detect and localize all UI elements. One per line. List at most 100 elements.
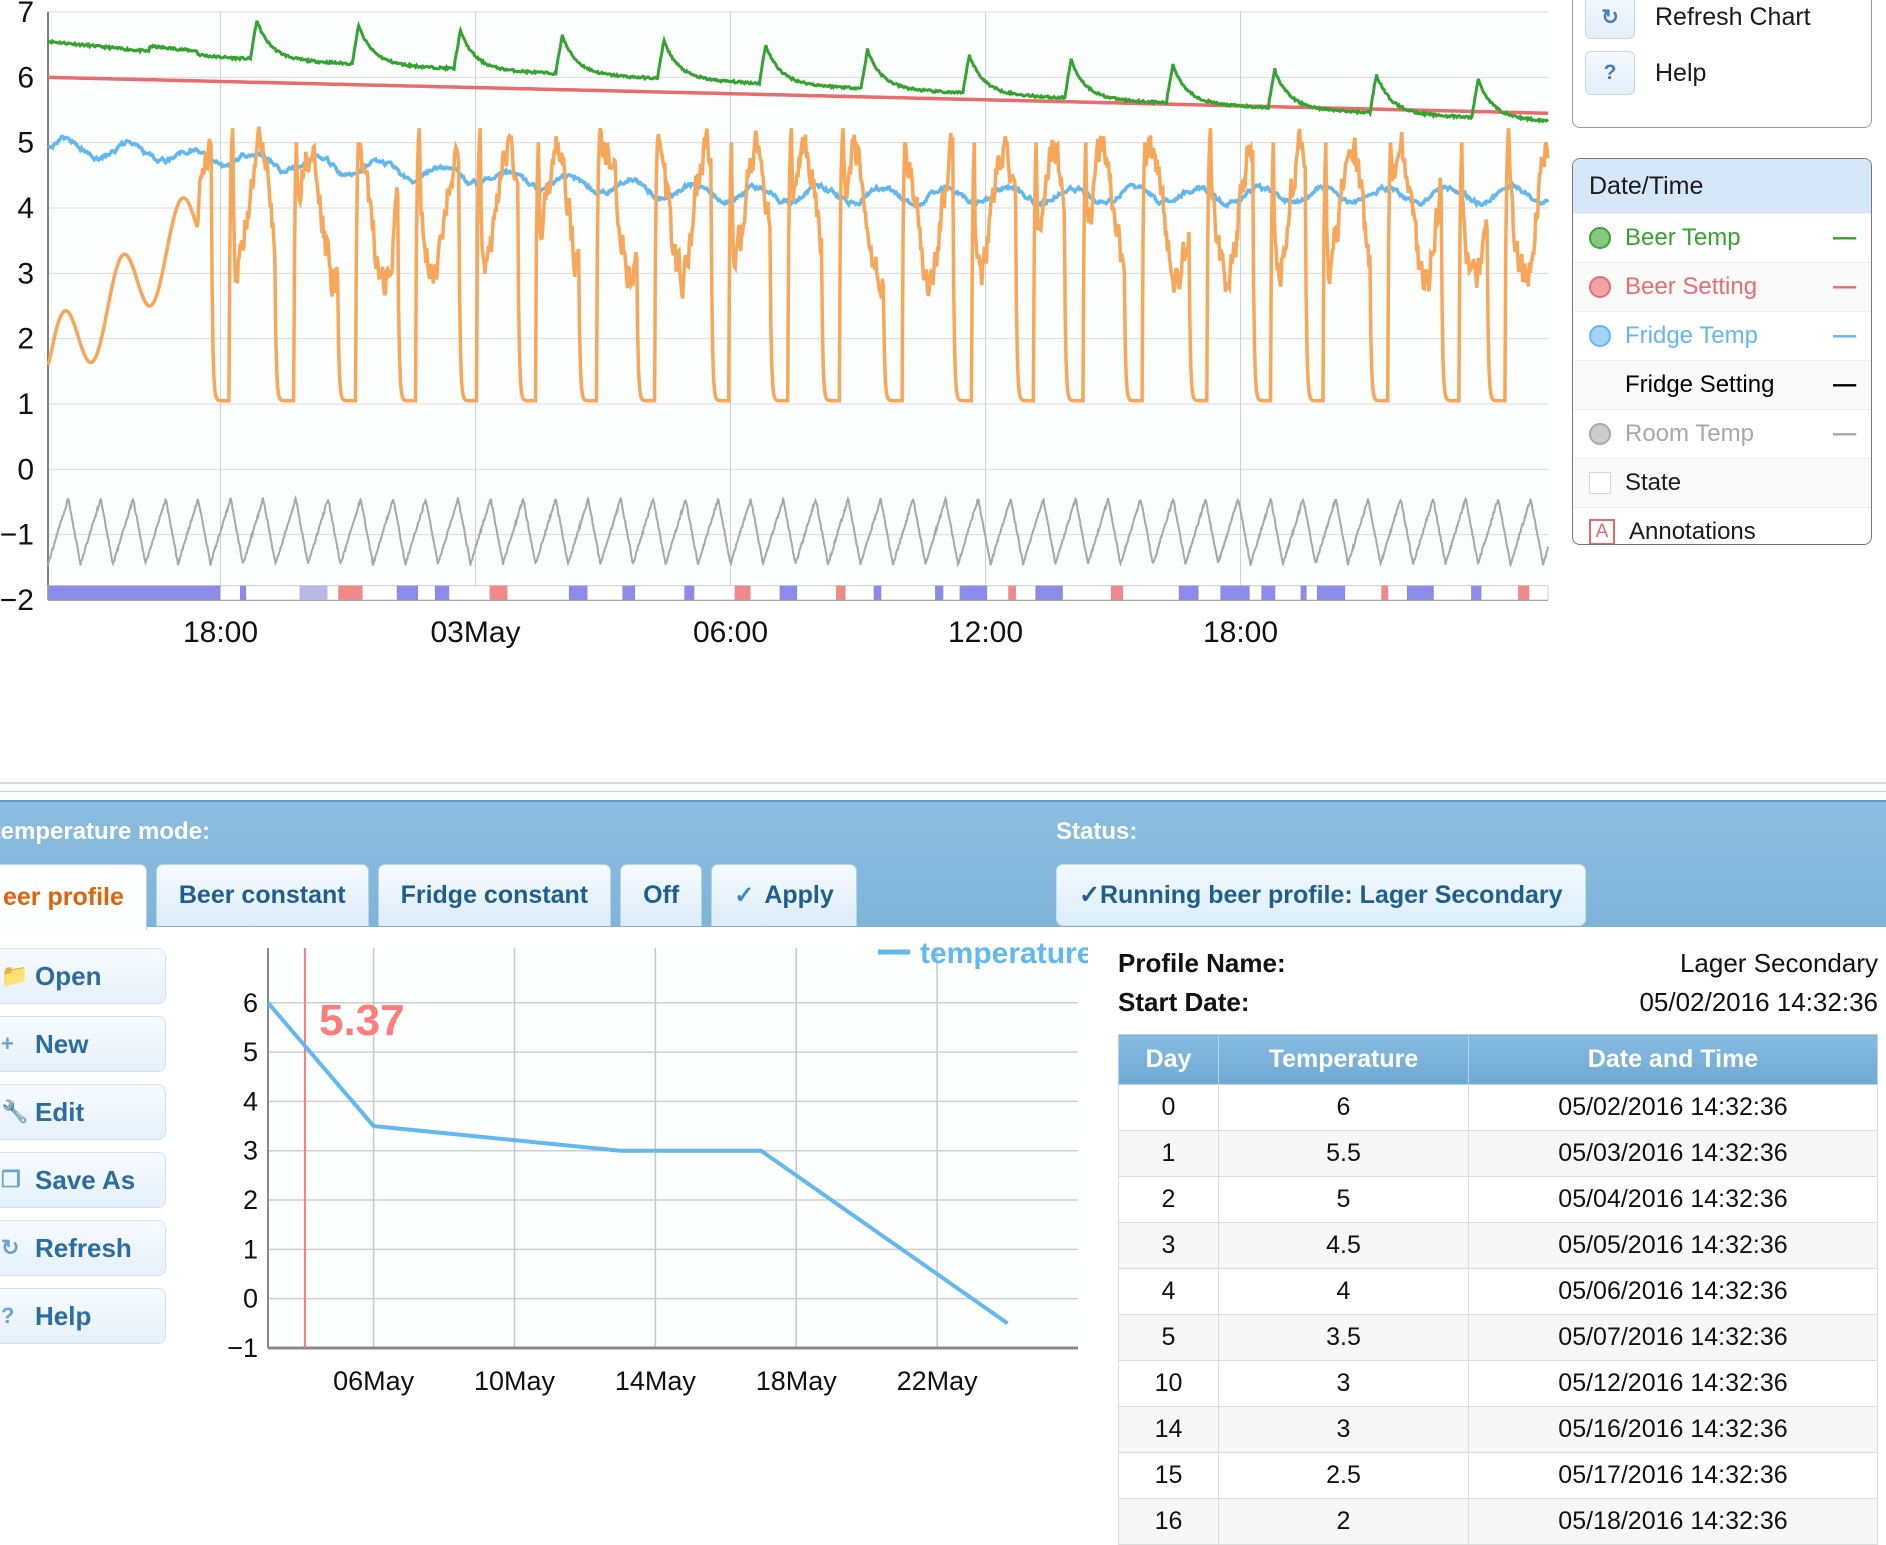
legend-item-annotations[interactable]: A Annotations (1573, 507, 1871, 544)
mode-tabs[interactable]: eer profile Beer constant Fridge constant O… (0, 864, 866, 930)
status-text: Running beer profile: Lager Secondary (1099, 880, 1563, 909)
svg-text:06:00: 06:00 (693, 616, 768, 649)
chart-help-label: Help (1655, 58, 1707, 87)
beer-profile-chart[interactable]: −1 0 1 2 3 4 5 6 06May 10May 14May 18May 22May 5.37 te… (227, 937, 1093, 1415)
table-row[interactable]: 14 3 05/16/2016 14:32:36 (1118, 1406, 1878, 1453)
status-bar-title: Status: (1056, 818, 1138, 845)
legend-dot-icon (1589, 374, 1611, 396)
legend-header: Date/Time (1573, 159, 1871, 213)
cell-day: 10 (1118, 1360, 1219, 1407)
legend-label: Fridge Setting (1625, 371, 1775, 398)
svg-text:5.37: 5.37 (319, 996, 405, 1045)
profile-actions[interactable]: 📁 Open + New 🔧 Edit ❐ Save As ↻ Refresh ? Help (0, 948, 166, 1356)
history-chart-svg[interactable]: −2 −1 0 1 2 3 4 5 6 7 18:00 03May 06:00 12:00 18:00 (0, 0, 1558, 760)
svg-text:2: 2 (17, 323, 34, 356)
svg-text:3: 3 (17, 257, 34, 290)
legend-label: Fridge Temp (1625, 322, 1758, 349)
table-row[interactable]: 10 3 05/12/2016 14:32:36 (1118, 1360, 1878, 1407)
tab-label: Beer constant (178, 881, 346, 909)
legend-dash-icon: –– (1832, 420, 1857, 447)
chart-legend[interactable]: Date/Time Beer Temp –– Beer Setting –– Fridg… (1572, 158, 1872, 545)
table-body[interactable]: 0 6 05/02/2016 14:32:36 1 5.5 05/03/2016 14:3… (1118, 1084, 1878, 1545)
annotation-icon: A (1589, 519, 1615, 544)
legend-row-list[interactable]: Beer Temp –– Beer Setting –– Fridge Temp –– Fr… (1573, 213, 1871, 544)
save-as-icon: ❐ (1, 1167, 21, 1192)
check-icon: ✓ (734, 882, 755, 909)
cell-temperature: 6 (1218, 1084, 1469, 1131)
refresh-chart-button[interactable]: ↻ Refresh Chart (1573, 0, 1871, 45)
column-header-temperature[interactable]: Temperature (1218, 1034, 1469, 1085)
beer-profile-svg[interactable]: −1 0 1 2 3 4 5 6 06May 10May 14May 18May 22May 5.37 te… (227, 937, 1093, 1410)
svg-text:0: 0 (243, 1284, 258, 1314)
legend-item-fridge-temp[interactable]: Fridge Temp –– (1573, 311, 1871, 360)
cell-temperature: 5 (1218, 1176, 1469, 1223)
legend-item-beer-temp[interactable]: Beer Temp –– (1573, 213, 1871, 262)
tab-label: Fridge constant (400, 881, 589, 909)
cell-temperature: 2.5 (1218, 1452, 1469, 1499)
column-header-date-and-time[interactable]: Date and Time (1468, 1034, 1878, 1085)
tab-off[interactable]: Off (620, 864, 703, 926)
legend-label: State (1625, 469, 1682, 496)
cell-temperature: 4 (1218, 1268, 1469, 1315)
legend-item-state[interactable]: State (1573, 458, 1871, 507)
open-button[interactable]: 📁 Open (0, 948, 166, 1004)
cell-datetime: 05/07/2016 14:32:36 (1468, 1314, 1878, 1361)
profile-start-row: Start Date: 05/02/2016 14:32:36 (1118, 987, 1878, 1018)
svg-text:1: 1 (17, 388, 34, 421)
table-row[interactable]: 4 4 05/06/2016 14:32:36 (1118, 1268, 1878, 1315)
cell-datetime: 05/02/2016 14:32:36 (1468, 1084, 1878, 1131)
svg-text:3: 3 (243, 1136, 258, 1166)
svg-text:18:00: 18:00 (1203, 616, 1278, 649)
new-icon: + (1, 1031, 14, 1056)
table-row[interactable]: 3 4.5 05/05/2016 14:32:36 (1118, 1222, 1878, 1269)
save-as-label: Save As (35, 1164, 136, 1195)
table-row[interactable]: 1 5.5 05/03/2016 14:32:36 (1118, 1130, 1878, 1177)
new-label: New (35, 1028, 89, 1059)
apply-button[interactable]: ✓ Apply (711, 864, 857, 926)
svg-text:−1: −1 (228, 1333, 258, 1363)
profile-start-value: 05/02/2016 14:32:36 (1639, 987, 1878, 1017)
tab-fridge-constant[interactable]: Fridge constant (377, 864, 612, 926)
save-as-button[interactable]: ❐ Save As (0, 1152, 166, 1208)
profile-name-row: Profile Name: Lager Secondary (1118, 948, 1878, 979)
legend-item-room-temp[interactable]: Room Temp –– (1573, 409, 1871, 458)
svg-text:14May: 14May (615, 1366, 697, 1396)
edit-button[interactable]: 🔧 Edit (0, 1084, 166, 1140)
tab-beer-profile[interactable]: eer profile (0, 864, 147, 930)
svg-text:temperature: temperature (920, 940, 1088, 970)
new-button[interactable]: + New (0, 1016, 166, 1072)
edit-icon: 🔧 (1, 1099, 29, 1124)
refresh-chart-label: Refresh Chart (1655, 2, 1811, 31)
refresh-button[interactable]: ↻ Refresh (0, 1220, 166, 1276)
cell-day: 15 (1118, 1452, 1219, 1499)
table-row[interactable]: 0 6 05/02/2016 14:32:36 (1118, 1084, 1878, 1131)
cell-temperature: 4.5 (1218, 1222, 1469, 1269)
status-badge: ✓ Running beer profile: Lager Secondary (1056, 864, 1586, 926)
table-row[interactable]: 2 5 05/04/2016 14:32:36 (1118, 1176, 1878, 1223)
svg-text:7: 7 (17, 0, 34, 29)
column-header-day[interactable]: Day (1118, 1034, 1219, 1085)
chart-help-button[interactable]: ? Help (1573, 45, 1871, 101)
legend-item-fridge-setting[interactable]: Fridge Setting –– (1573, 360, 1871, 409)
legend-dot-icon (1589, 423, 1611, 445)
legend-item-beer-setting[interactable]: Beer Setting –– (1573, 262, 1871, 311)
profile-name-value: Lager Secondary (1679, 948, 1878, 978)
beer-profile-panel: t temperature mode: Status: eer profile B… (0, 800, 1886, 1545)
table-row[interactable]: 15 2.5 05/17/2016 14:32:36 (1118, 1452, 1878, 1499)
svg-text:0: 0 (17, 453, 34, 486)
help-button[interactable]: ? Help (0, 1288, 166, 1344)
cell-datetime: 05/04/2016 14:32:36 (1468, 1176, 1878, 1223)
profile-table[interactable]: Day Temperature Date and Time 0 6 05/02/2016… (1118, 1034, 1878, 1545)
legend-dash-icon: –– (1832, 371, 1857, 398)
cell-day: 4 (1118, 1268, 1219, 1315)
fermentation-history-chart[interactable]: −2 −1 0 1 2 3 4 5 6 7 18:00 03May 06:00 12:00 18:00 (0, 0, 1558, 760)
svg-text:12:00: 12:00 (948, 616, 1023, 649)
svg-text:4: 4 (17, 192, 34, 225)
table-row[interactable]: 5 3.5 05/07/2016 14:32:36 (1118, 1314, 1878, 1361)
cell-temperature: 3 (1218, 1406, 1469, 1453)
tab-beer-constant[interactable]: Beer constant (155, 864, 369, 926)
apply-label: Apply (764, 881, 834, 909)
svg-text:6: 6 (17, 61, 34, 94)
table-row[interactable]: 16 2 05/18/2016 14:32:36 (1118, 1498, 1878, 1545)
legend-dot-icon (1589, 276, 1611, 298)
